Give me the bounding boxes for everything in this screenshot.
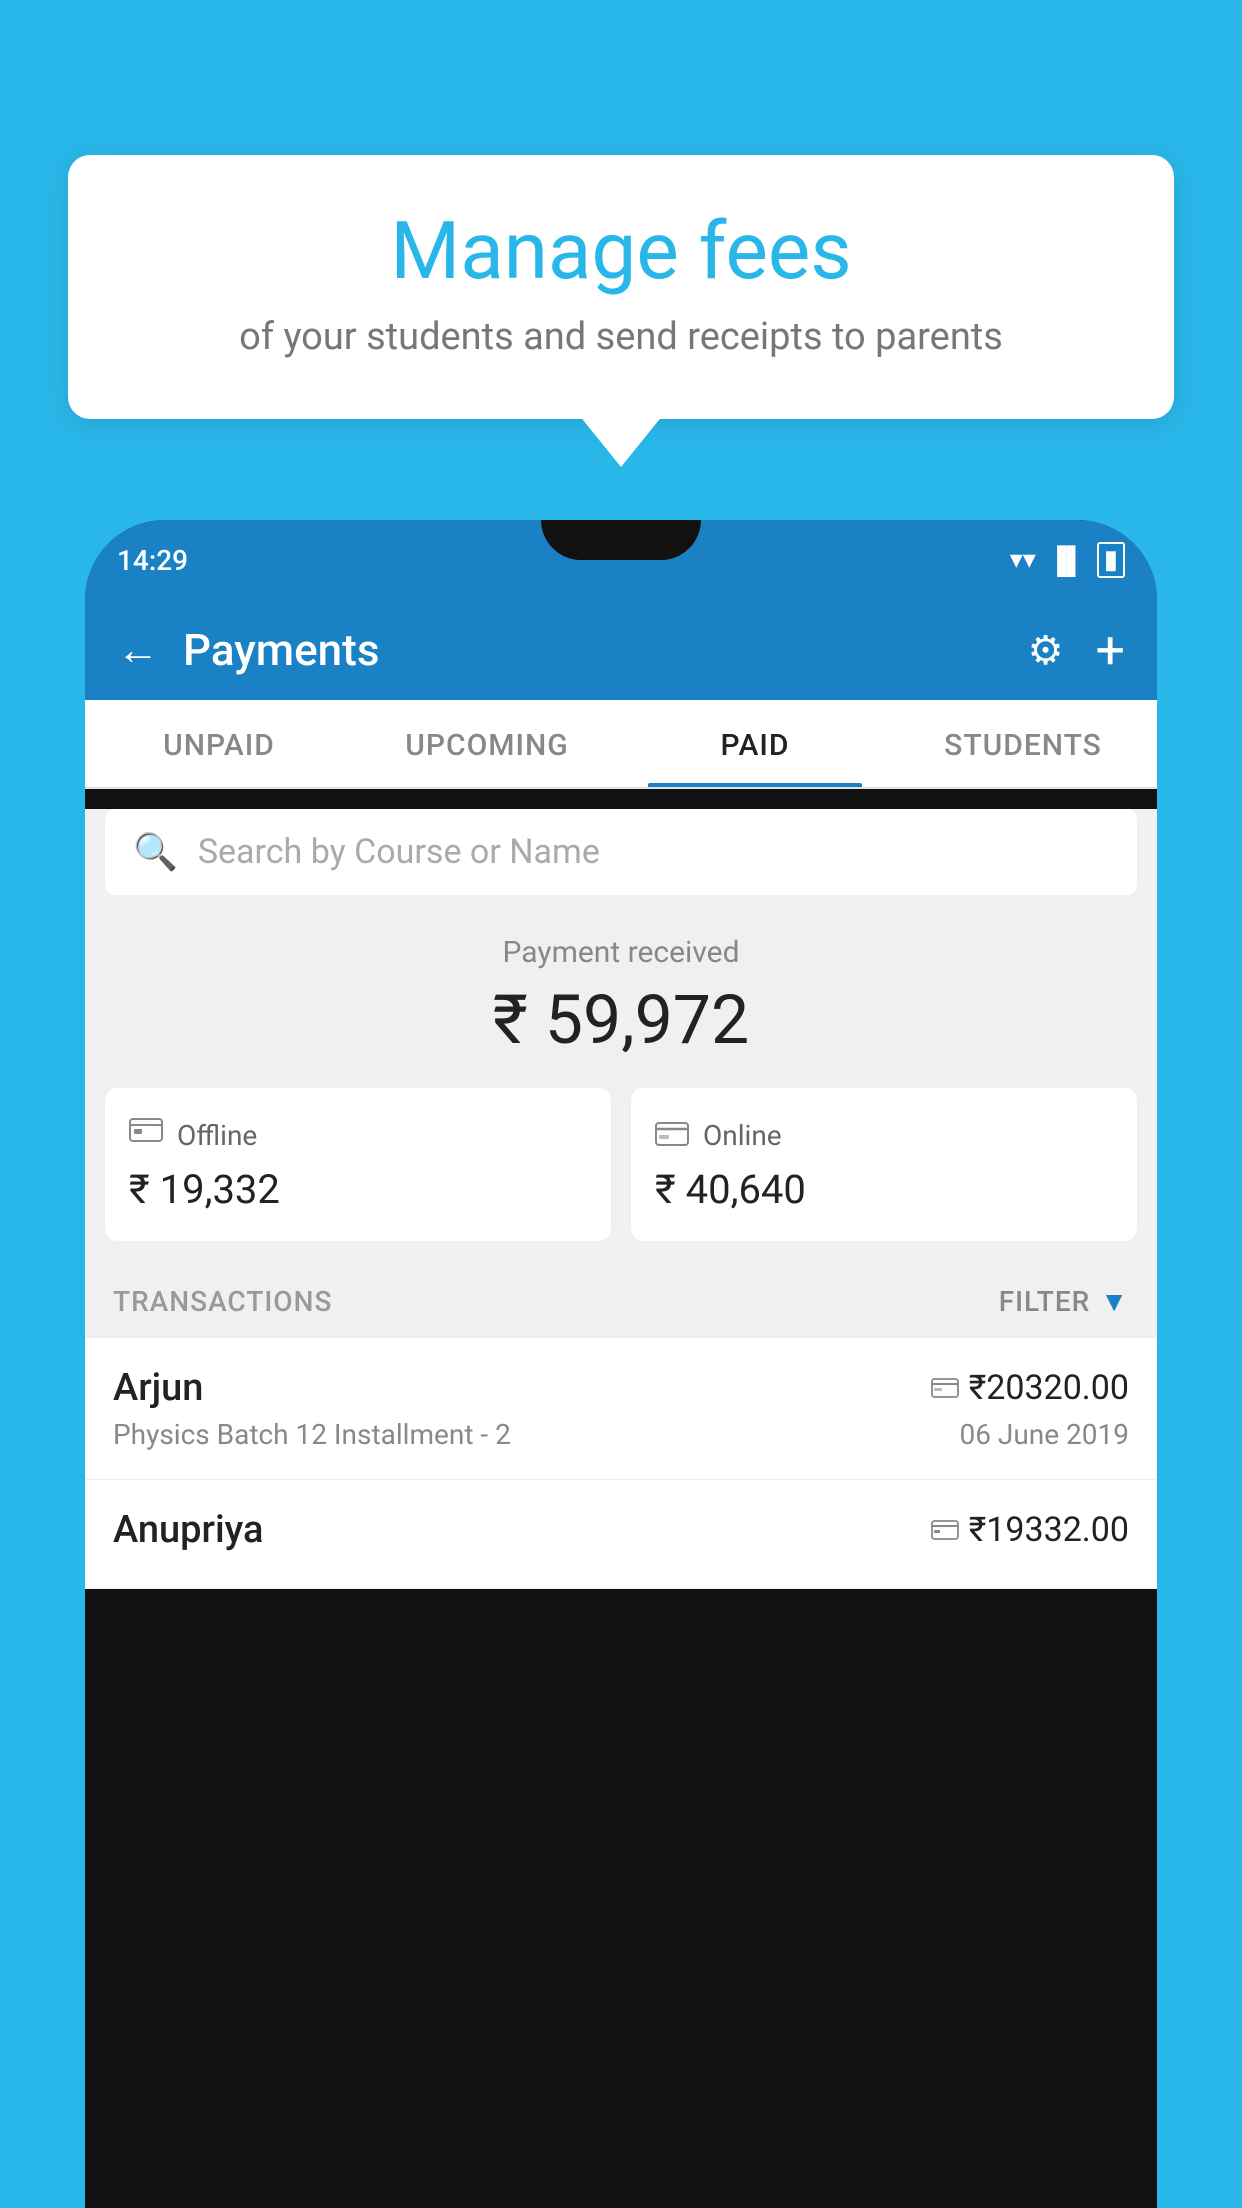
payment-summary: Payment received ₹ 59,972 — [85, 895, 1157, 1088]
filter-label: FILTER — [999, 1285, 1091, 1318]
offline-card: Offline ₹ 19,332 — [105, 1088, 611, 1241]
transaction-top: Arjun ₹20320.00 — [113, 1366, 1129, 1410]
payment-cards: Offline ₹ 19,332 — [105, 1088, 1137, 1241]
header-actions: ⚙ + — [1028, 620, 1125, 681]
offline-label: Offline — [177, 1119, 257, 1152]
phone-content: 🔍 Search by Course or Name Payment recei… — [85, 809, 1157, 1589]
tooltip-title: Manage fees — [116, 207, 1126, 295]
tab-upcoming[interactable]: UPCOMING — [353, 700, 621, 787]
tab-paid[interactable]: PAID — [621, 700, 889, 787]
offline-icon — [129, 1116, 163, 1154]
search-icon: 🔍 — [133, 831, 178, 873]
wifi-icon: ▾▾ — [1010, 545, 1036, 575]
online-card: Online ₹ 40,640 — [631, 1088, 1137, 1241]
filter-icon: ▼ — [1100, 1285, 1129, 1318]
phone-frame: 14:29 ▾▾ ▐▌ ▮ ← Payments ⚙ + UNPAID UPCO… — [85, 520, 1157, 2208]
payment-total-amount: ₹ 59,972 — [105, 980, 1137, 1060]
offline-amount: ₹ 19,332 — [129, 1166, 587, 1213]
status-icons: ▾▾ ▐▌ ▮ — [1010, 542, 1125, 578]
add-icon[interactable]: + — [1095, 620, 1125, 681]
back-button[interactable]: ← — [117, 626, 159, 675]
tab-students[interactable]: STUDENTS — [889, 700, 1157, 787]
transaction-name: Arjun — [113, 1366, 203, 1410]
filter-button[interactable]: FILTER ▼ — [999, 1285, 1129, 1318]
transaction-course: Physics Batch 12 Installment - 2 — [113, 1418, 511, 1451]
tooltip-card: Manage fees of your students and send re… — [68, 155, 1174, 419]
search-input[interactable]: Search by Course or Name — [198, 832, 600, 872]
transaction-bottom: Physics Batch 12 Installment - 2 06 June… — [113, 1418, 1129, 1451]
online-card-header: Online — [655, 1116, 1113, 1154]
payment-received-label: Payment received — [105, 935, 1137, 970]
settings-icon[interactable]: ⚙ — [1028, 627, 1064, 674]
search-bar[interactable]: 🔍 Search by Course or Name — [105, 809, 1137, 895]
phone-notch — [541, 520, 701, 560]
tooltip-subtitle: of your students and send receipts to pa… — [116, 315, 1126, 359]
app-header: ← Payments ⚙ + — [85, 600, 1157, 700]
tab-unpaid[interactable]: UNPAID — [85, 700, 353, 787]
transaction-name: Anupriya — [113, 1508, 263, 1552]
tabs-bar: UNPAID UPCOMING PAID STUDENTS — [85, 700, 1157, 789]
transaction-row[interactable]: Anupriya ₹19332.00 — [85, 1480, 1157, 1589]
transaction-date: 06 June 2019 — [959, 1418, 1129, 1451]
online-icon — [655, 1116, 689, 1154]
transaction-amount-value: ₹19332.00 — [969, 1510, 1129, 1550]
signal-icon: ▐▌ — [1048, 545, 1085, 576]
transactions-label: TRANSACTIONS — [113, 1285, 332, 1318]
transaction-row[interactable]: Arjun ₹20320.00 Physics Batch 1 — [85, 1338, 1157, 1480]
transaction-top: Anupriya ₹19332.00 — [113, 1508, 1129, 1552]
offline-card-header: Offline — [129, 1116, 587, 1154]
payment-type-icon — [931, 1372, 959, 1405]
transaction-amount-value: ₹20320.00 — [969, 1368, 1129, 1408]
status-bar: 14:29 ▾▾ ▐▌ ▮ — [85, 520, 1157, 600]
status-time: 14:29 — [117, 544, 188, 577]
transaction-amount: ₹19332.00 — [931, 1510, 1129, 1550]
payment-type-icon — [931, 1514, 959, 1547]
online-amount: ₹ 40,640 — [655, 1166, 1113, 1213]
transaction-amount: ₹20320.00 — [931, 1368, 1129, 1408]
transactions-header: TRANSACTIONS FILTER ▼ — [85, 1265, 1157, 1338]
online-label: Online — [703, 1119, 782, 1152]
page-title: Payments — [183, 624, 1028, 676]
battery-icon: ▮ — [1097, 542, 1125, 578]
